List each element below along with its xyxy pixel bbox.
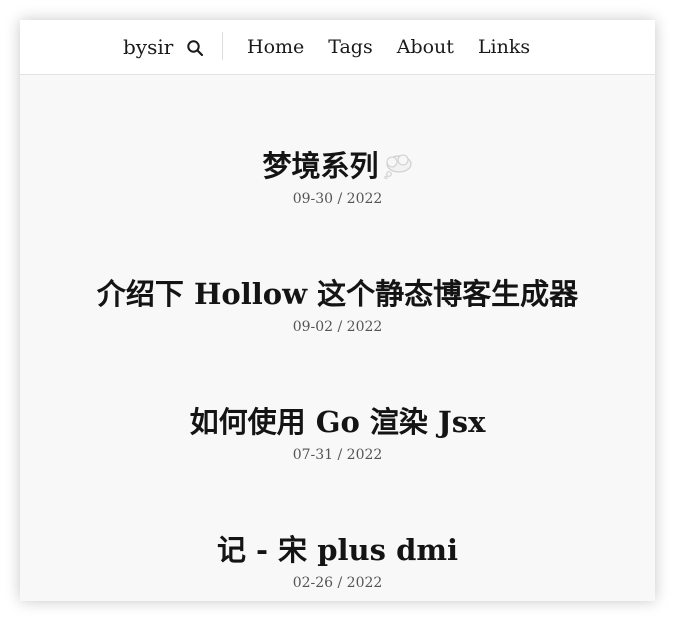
page-frame: bysir Home Tags About Links 梦境系列 09-30 /… [20, 20, 655, 601]
nav-links-link[interactable]: Links [478, 34, 530, 60]
nav-about-link[interactable]: About [397, 34, 454, 60]
nav-tags-link[interactable]: Tags [328, 34, 372, 60]
post-title-text: 梦境系列 [262, 149, 379, 183]
post-date: 02-26 / 2022 [292, 575, 383, 591]
post-date: 09-30 / 2022 [292, 191, 383, 207]
nav-home-link[interactable]: Home [247, 34, 304, 60]
post-item: 记 - 宋 plus dmi 02-26 / 2022 [20, 532, 655, 592]
site-brand-link[interactable]: bysir [123, 34, 173, 60]
post-item: 如何使用 Go 渲染 Jsx 07-31 / 2022 [20, 404, 655, 464]
header-divider [222, 32, 223, 60]
post-item: 介绍下 Hollow 这个静态博客生成器 09-02 / 2022 [20, 276, 655, 336]
post-date: 07-31 / 2022 [292, 447, 383, 463]
post-title-link[interactable]: 介绍下 Hollow 这个静态博客生成器 [20, 276, 655, 312]
main-nav: Home Tags About Links [247, 34, 530, 60]
top-header: bysir Home Tags About Links [20, 20, 655, 75]
post-item: 梦境系列 09-30 / 2022 [20, 148, 655, 208]
post-date: 09-02 / 2022 [292, 319, 383, 335]
thought-balloon-icon [383, 151, 413, 180]
search-icon[interactable] [186, 39, 204, 57]
post-title-link[interactable]: 记 - 宋 plus dmi [20, 532, 655, 568]
post-title-link[interactable]: 如何使用 Go 渲染 Jsx [20, 404, 655, 440]
post-title-link[interactable]: 梦境系列 [20, 148, 655, 184]
